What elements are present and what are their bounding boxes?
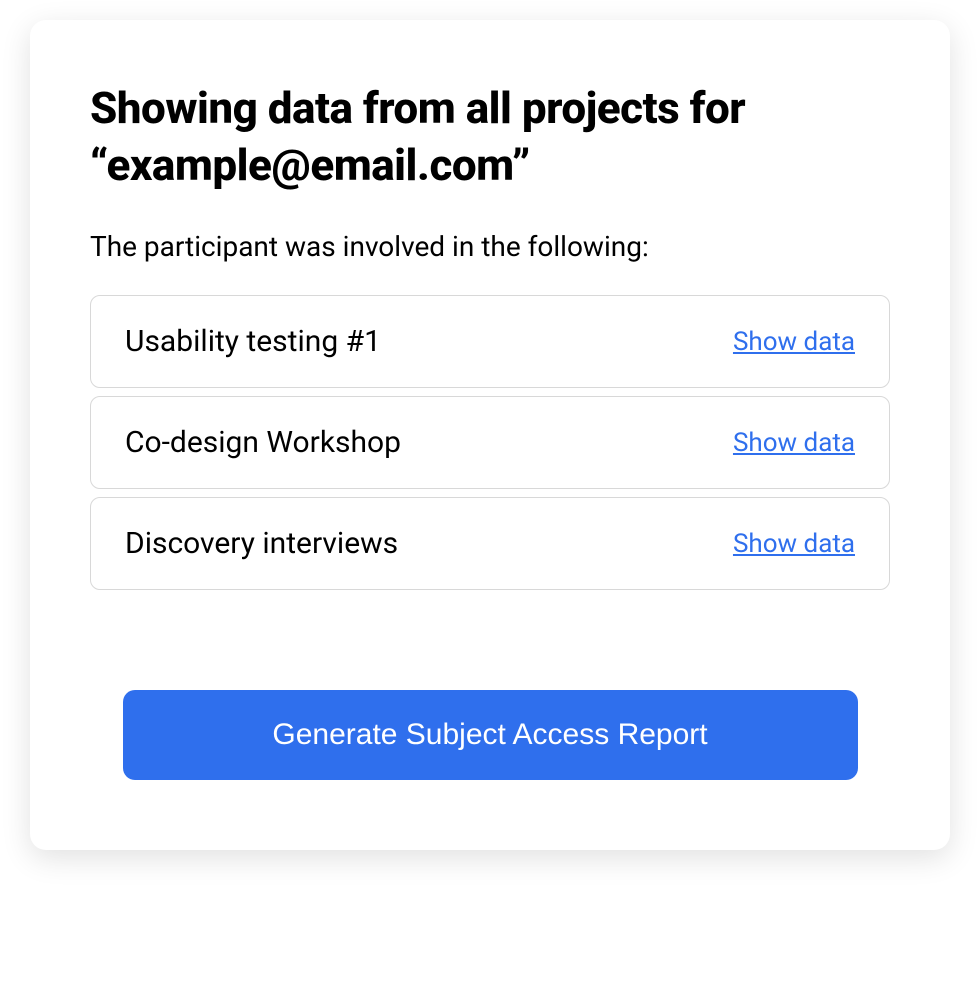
project-list: Usability testing #1 Show data Co-design… xyxy=(90,295,890,590)
participation-subtitle: The participant was involved in the foll… xyxy=(90,230,890,263)
project-row: Discovery interviews Show data xyxy=(90,497,890,590)
show-data-link[interactable]: Show data xyxy=(733,327,855,357)
project-name: Discovery interviews xyxy=(125,526,398,561)
project-name: Co-design Workshop xyxy=(125,425,401,460)
generate-report-button[interactable]: Generate Subject Access Report xyxy=(123,690,858,780)
project-row: Usability testing #1 Show data xyxy=(90,295,890,388)
subject-access-card: Showing data from all projects for “exam… xyxy=(30,20,950,850)
project-row: Co-design Workshop Show data xyxy=(90,396,890,489)
page-title: Showing data from all projects for “exam… xyxy=(90,80,890,194)
show-data-link[interactable]: Show data xyxy=(733,529,855,559)
show-data-link[interactable]: Show data xyxy=(733,428,855,458)
project-name: Usability testing #1 xyxy=(125,324,381,359)
